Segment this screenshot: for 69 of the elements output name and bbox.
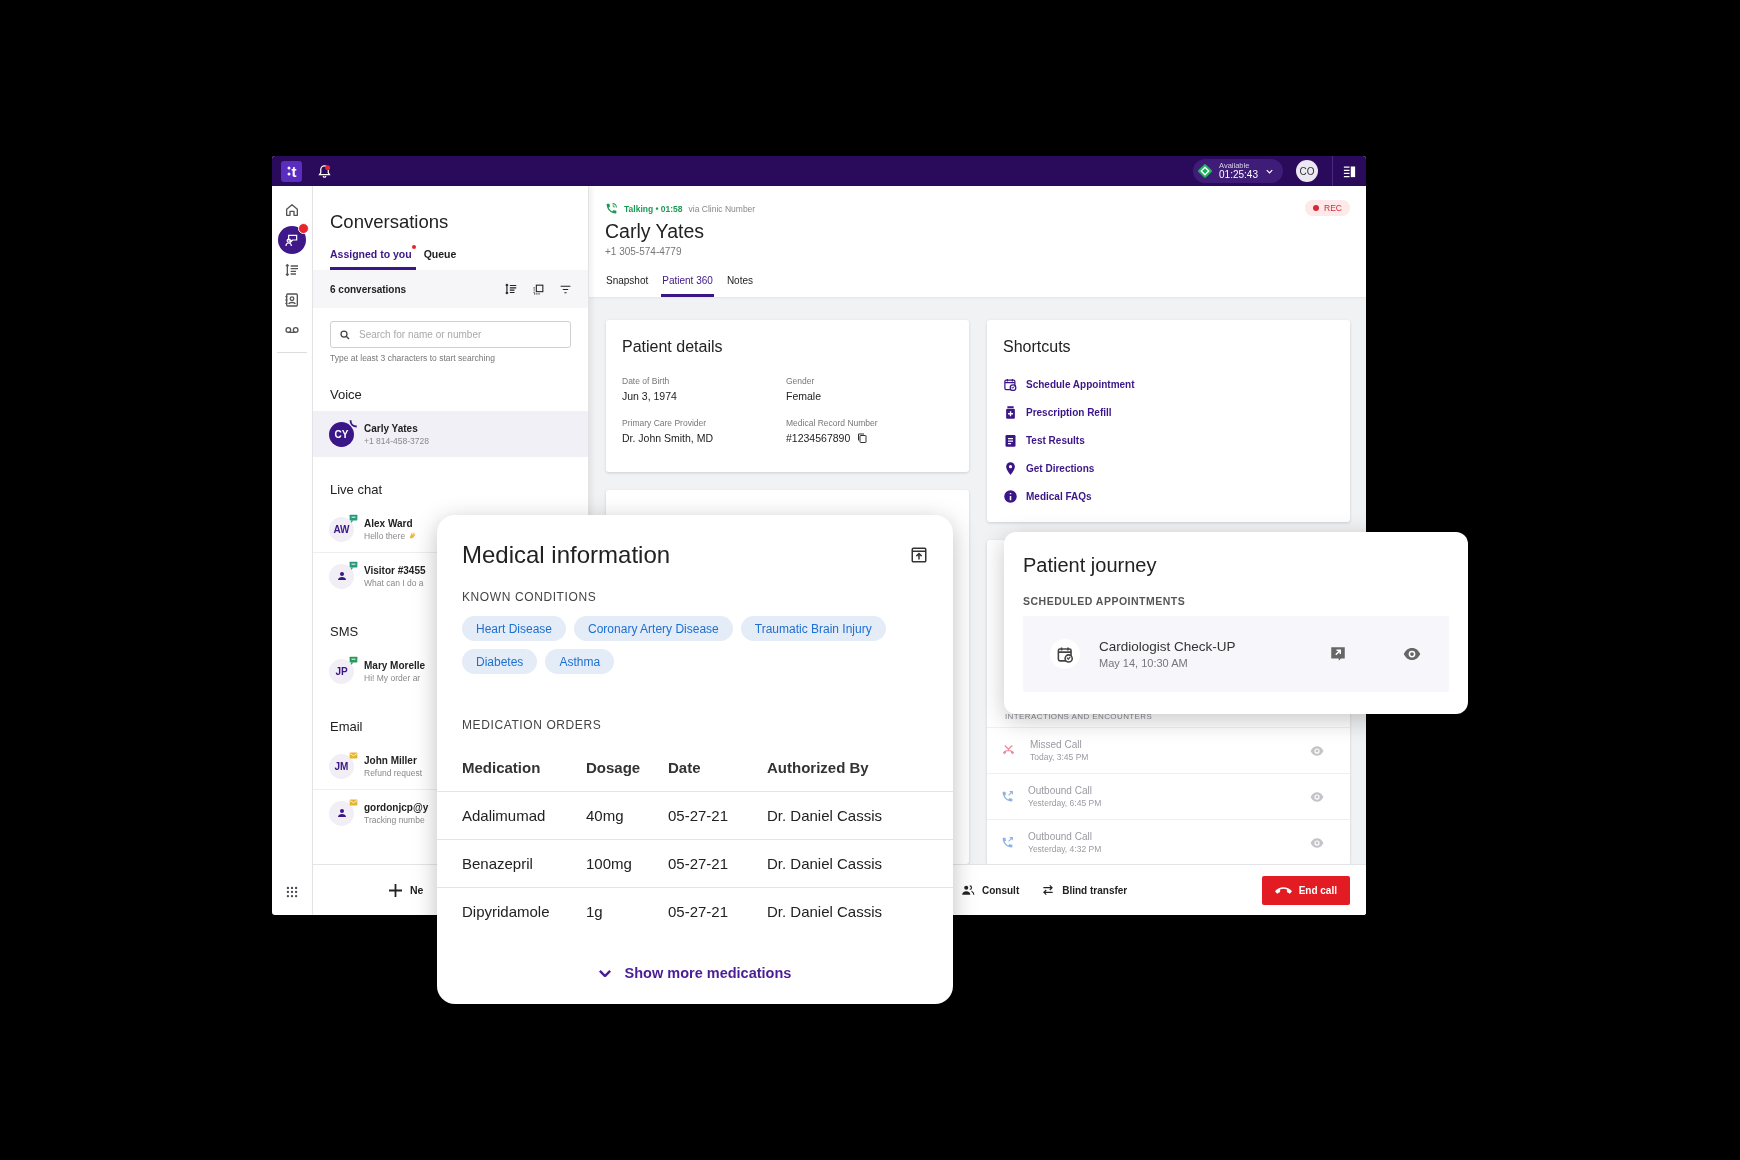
section-heading: SCHEDULED APPOINTMENTS	[1023, 595, 1187, 607]
contact-name: Visitor #3455	[364, 564, 426, 576]
table-cell: Dr. Daniel Cassis	[767, 887, 953, 935]
table-cell: 40mg	[586, 791, 668, 840]
field-label: Gender	[786, 376, 816, 386]
message-preview: Tracking numbe	[364, 814, 426, 825]
recording-badge: REC	[1305, 200, 1350, 216]
card-title: Patient journey	[1023, 554, 1158, 577]
interaction-time: Today, 3:45 PM	[1030, 752, 1090, 762]
condition-tag: Coronary Artery Disease	[574, 616, 733, 641]
field-value: Dr. John Smith, MD	[622, 432, 714, 444]
contact-name: Mary Morelle	[364, 659, 426, 671]
table-cell: Benazepril	[437, 839, 586, 888]
call-line: via Clinic Number	[688, 203, 756, 214]
field-label: Medical Record Number	[786, 418, 879, 428]
caller-name: Carly Yates	[605, 220, 705, 243]
column-header: Date	[668, 744, 767, 792]
message-preview: +1 814-458-3728	[364, 435, 429, 446]
table-cell: Adalimumad	[437, 791, 586, 840]
section-heading: Voice	[330, 387, 362, 402]
interaction-time: Yesterday, 6:45 PM	[1028, 798, 1103, 808]
table-cell: Dr. Daniel Cassis	[767, 791, 953, 840]
table-cell: 1g	[586, 887, 668, 935]
appointment-title: Cardiologist Check-UP	[1099, 639, 1237, 654]
column-header: Medication	[437, 744, 586, 792]
contact-name: gordonjcp@y	[364, 801, 429, 813]
table-cell: 05-27-21	[668, 887, 767, 935]
field-value: Female	[786, 390, 821, 402]
condition-tag: Heart Disease	[462, 616, 567, 641]
column-header: Dosage	[586, 744, 668, 792]
section-heading: KNOWN CONDITIONS	[461, 590, 598, 604]
section-heading: Live chat	[330, 482, 383, 497]
contact-name: John Miller	[364, 754, 418, 766]
section-heading: SMS	[330, 624, 359, 639]
contact-avatar: CY	[329, 421, 354, 447]
contact-name: Carly Yates	[364, 422, 419, 434]
caller-phone: +1 305-574-4779	[605, 246, 683, 257]
interaction-title: Missed Call	[1030, 739, 1083, 750]
message-preview: Refund request	[364, 767, 423, 778]
field-label: Date of Birth	[622, 376, 671, 386]
interaction-title: Outbound Call	[1028, 785, 1093, 796]
table-cell: Dr. Daniel Cassis	[767, 839, 953, 888]
table-cell: 05-27-21	[668, 791, 767, 840]
section-heading: INTERACTIONS AND ENCOUNTERS	[1005, 712, 1153, 721]
card-title: Patient details	[622, 338, 724, 356]
conversation-count: 6 conversations	[330, 283, 408, 295]
message-preview: Hello there	[364, 530, 419, 541]
field-value: #1234567890	[786, 432, 851, 444]
message-preview: Hi! My order ar	[364, 672, 422, 683]
interaction-time: Yesterday, 4:32 PM	[1028, 844, 1103, 854]
section-heading: Email	[330, 719, 363, 734]
search-hint: Type at least 3 characters to start searching	[330, 353, 496, 363]
appointment-time: May 14, 10:30 AM	[1099, 657, 1189, 669]
field-label: Primary Care Provider	[622, 418, 708, 428]
call-status: Talking • 01:58	[624, 203, 683, 214]
card-title: Shortcuts	[1003, 338, 1072, 356]
condition-tag: Traumatic Brain Injury	[740, 616, 886, 641]
field-value: Jun 3, 1974	[622, 390, 677, 402]
table-cell: 05-27-21	[668, 839, 767, 888]
interaction-title: Outbound Call	[1028, 831, 1093, 842]
table-cell: 100mg	[586, 839, 668, 888]
condition-tag: Asthma	[545, 649, 615, 674]
table-cell: Dipyridamole	[437, 887, 586, 935]
condition-tag: Diabetes	[462, 649, 538, 674]
panel-title: Conversations	[329, 210, 450, 233]
contact-name: Alex Ward	[364, 517, 414, 529]
message-preview: What can I do a	[364, 577, 425, 588]
column-header: Authorized By	[767, 744, 953, 792]
section-heading: MEDICATION ORDERS	[461, 718, 603, 732]
